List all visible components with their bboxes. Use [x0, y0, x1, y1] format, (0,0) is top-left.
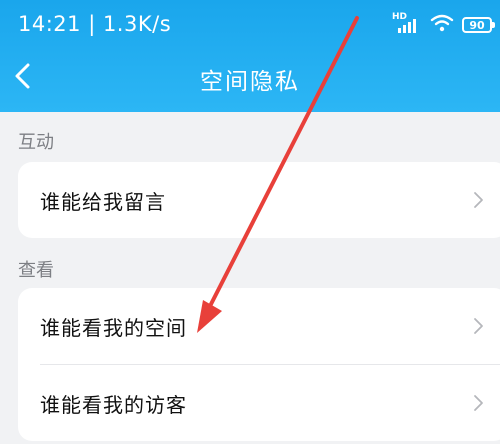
header-bar: 14:21 | 1.3K/s HD 90 空间隐私: [0, 0, 500, 112]
chevron-right-icon: [474, 318, 483, 334]
page-title: 空间隐私: [200, 69, 300, 95]
status-time-speed: 14:21 | 1.3K/s: [18, 12, 172, 36]
battery-icon: 90: [462, 17, 495, 33]
status-icons: HD 90: [392, 12, 495, 36]
wifi-icon: [430, 14, 454, 36]
card-interaction: 谁能给我留言: [18, 162, 500, 238]
card-view: 谁能看我的空间 谁能看我的访客: [18, 288, 500, 441]
settings-content: 互动 谁能给我留言 查看 谁能看我的空间 谁能看我的访客: [0, 112, 500, 444]
section-label-view: 查看: [18, 260, 54, 281]
chevron-right-icon: [474, 395, 483, 411]
row-label: 谁能看我的空间: [40, 315, 187, 340]
row-who-can-view-space[interactable]: 谁能看我的空间: [18, 288, 500, 364]
row-who-can-view-visitors[interactable]: 谁能看我的访客: [18, 365, 500, 441]
row-label: 谁能给我留言: [40, 189, 166, 214]
row-who-can-message[interactable]: 谁能给我留言: [18, 162, 500, 238]
section-label-interaction: 互动: [18, 132, 54, 153]
signal-icon: HD: [392, 12, 422, 36]
battery-level: 90: [469, 18, 485, 32]
row-label: 谁能看我的访客: [40, 392, 187, 417]
chevron-right-icon: [474, 192, 483, 208]
